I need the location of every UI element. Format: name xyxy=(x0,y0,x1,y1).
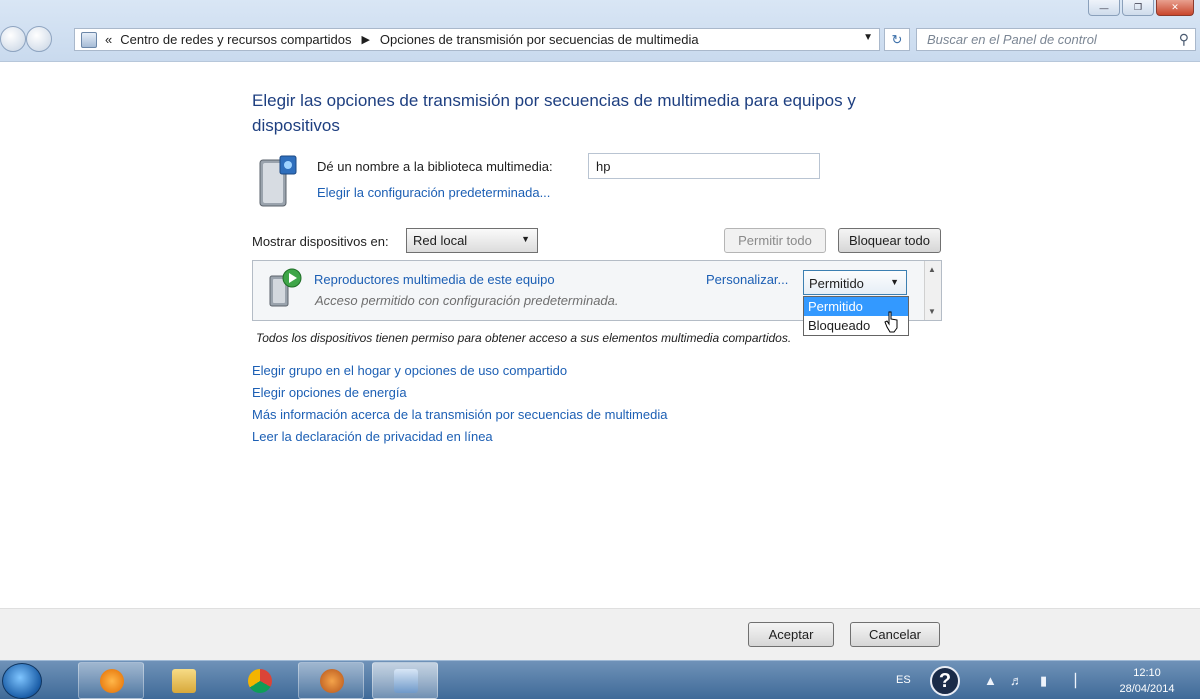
battery-icon[interactable]: ▮ xyxy=(1040,673,1047,689)
taskbar-explorer[interactable] xyxy=(150,662,216,699)
media-player-icon xyxy=(100,669,124,693)
volume-icon[interactable]: ♬ xyxy=(1010,673,1023,688)
clock-time: 12:10 xyxy=(1133,667,1161,679)
clock-date: 28/04/2014 xyxy=(1119,683,1175,695)
chevron-down-icon: ▼ xyxy=(890,277,899,287)
back-button[interactable] xyxy=(0,26,26,52)
clock[interactable]: 12:10 28/04/2014 xyxy=(1114,665,1180,697)
network-signal-icon[interactable]: ▕ xyxy=(1066,673,1076,689)
block-all-button[interactable]: Bloquear todo xyxy=(838,228,941,253)
search-placeholder: Buscar en el Panel de control xyxy=(927,32,1097,47)
breadcrumb-network-center[interactable]: Centro de redes y recursos compartidos xyxy=(116,32,355,47)
search-icon[interactable]: ⚲ xyxy=(1179,31,1189,48)
mouse-cursor-icon xyxy=(884,311,898,333)
chevron-down-icon: ▼ xyxy=(521,234,530,244)
allow-all-button[interactable]: Permitir todo xyxy=(724,228,826,253)
homegroup-link[interactable]: Elegir grupo en el hogar y opciones de u… xyxy=(252,362,667,384)
ok-button[interactable]: Aceptar xyxy=(748,622,834,647)
search-input[interactable]: Buscar en el Panel de control ⚲ xyxy=(916,28,1196,51)
cancel-button[interactable]: Cancelar xyxy=(850,622,940,647)
customize-link[interactable]: Personalizar... xyxy=(706,272,788,287)
taskbar-chrome[interactable] xyxy=(226,662,292,699)
close-button[interactable]: ✕ xyxy=(1156,0,1194,16)
media-player-device-icon xyxy=(269,268,302,307)
media-library-icon xyxy=(259,155,297,207)
glove-app-icon xyxy=(320,669,344,693)
permission-value: Permitido xyxy=(809,276,864,291)
control-panel-icon xyxy=(394,669,418,693)
device-description: Acceso permitido con configuración prede… xyxy=(315,293,619,308)
more-info-link[interactable]: Más información acerca de la transmisión… xyxy=(252,406,667,428)
breadcrumb-media-options[interactable]: Opciones de transmisión por secuencias d… xyxy=(376,32,703,47)
control-panel-icon xyxy=(81,31,97,48)
permission-note: Todos los dispositivos tienen permiso pa… xyxy=(256,331,792,345)
start-button[interactable] xyxy=(2,663,42,699)
address-dropdown-icon[interactable]: ▼ xyxy=(863,32,873,43)
related-links: Elegir grupo en el hogar y opciones de u… xyxy=(252,362,667,450)
show-devices-value: Red local xyxy=(413,233,468,248)
forward-button[interactable] xyxy=(26,26,52,52)
power-options-link[interactable]: Elegir opciones de energía xyxy=(252,384,667,406)
taskbar-media-player[interactable] xyxy=(78,662,144,699)
show-devices-label: Mostrar dispositivos en: xyxy=(252,234,389,249)
window-controls: — ❐ ✕ xyxy=(1088,0,1194,16)
scroll-down-icon[interactable]: ▼ xyxy=(928,307,936,316)
refresh-icon[interactable]: ↻ xyxy=(884,28,910,51)
taskbar: ES ? ▲ ♬ ▮ ▕ 12:10 28/04/2014 xyxy=(0,660,1200,699)
dialog-footer: Aceptar Cancelar xyxy=(0,608,1200,660)
explorer-folder-icon xyxy=(172,669,196,693)
taskbar-control-panel[interactable] xyxy=(372,662,438,699)
default-settings-link[interactable]: Elegir la configuración predeterminada..… xyxy=(317,185,550,200)
privacy-link[interactable]: Leer la declaración de privacidad en lín… xyxy=(252,428,667,450)
library-name-input[interactable] xyxy=(588,153,820,179)
permission-select[interactable]: Permitido ▼ xyxy=(803,270,907,295)
language-indicator[interactable]: ES xyxy=(896,674,911,686)
chrome-icon xyxy=(248,669,272,693)
device-name-link[interactable]: Reproductores multimedia de este equipo xyxy=(314,272,555,287)
page-title: Elegir las opciones de transmisión por s… xyxy=(252,91,856,135)
taskbar-glove-app[interactable] xyxy=(298,662,364,699)
tray-expand-icon[interactable]: ▲ xyxy=(984,673,997,688)
help-icon[interactable]: ? xyxy=(930,666,960,696)
window-chrome: — ❐ ✕ « Centro de redes y recursos compa… xyxy=(0,0,1200,62)
device-list-scrollbar[interactable]: ▲ ▼ xyxy=(924,261,941,320)
show-devices-select[interactable]: Red local ▼ xyxy=(406,228,538,253)
scroll-up-icon[interactable]: ▲ xyxy=(928,265,936,274)
address-bar[interactable]: « Centro de redes y recursos compartidos… xyxy=(74,28,880,51)
library-name-label: Dé un nombre a la biblioteca multimedia: xyxy=(317,159,553,174)
breadcrumb-separator-icon[interactable]: ▶ xyxy=(355,33,375,46)
minimize-button[interactable]: — xyxy=(1088,0,1120,16)
address-overflow-icon[interactable]: « xyxy=(101,32,116,47)
maximize-button[interactable]: ❐ xyxy=(1122,0,1154,16)
